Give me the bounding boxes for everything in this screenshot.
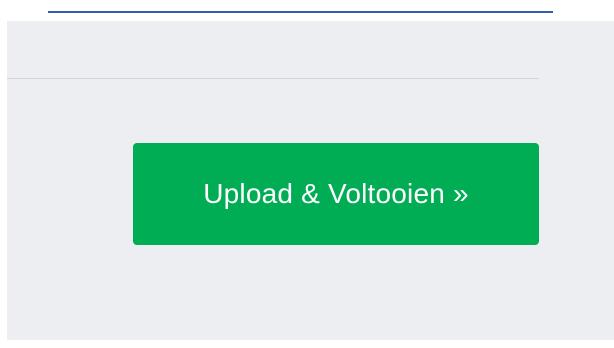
section-divider	[7, 78, 539, 79]
page: Upload & Voltooien »	[0, 0, 614, 348]
top-accent-line	[48, 11, 553, 13]
upload-and-complete-button[interactable]: Upload & Voltooien »	[133, 143, 539, 245]
form-footer-panel: Upload & Voltooien »	[7, 21, 614, 340]
